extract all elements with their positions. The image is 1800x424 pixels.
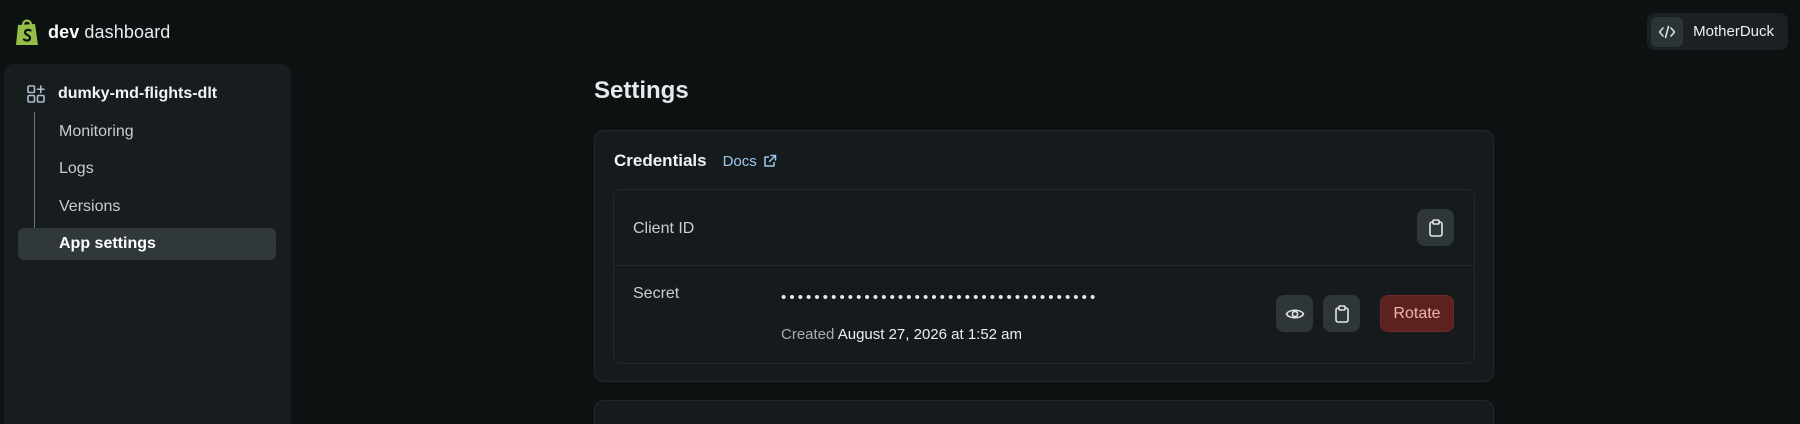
code-icon <box>1651 16 1684 47</box>
docs-link-label: Docs <box>722 152 757 170</box>
created-date: August 27, 2026 at 1:52 am <box>837 326 1023 343</box>
secret-label: Secret <box>633 285 680 302</box>
secret-created: Created August 27, 2026 at 1:52 am <box>781 326 1022 343</box>
credentials-title: Credentials <box>614 151 707 170</box>
sidebar-item-logs[interactable]: Logs <box>18 153 276 185</box>
reveal-secret-button[interactable] <box>1276 295 1313 332</box>
clipboard-icon <box>1334 304 1349 323</box>
page-title: Settings <box>594 77 689 104</box>
credentials-list: Client ID Secret •••••••••••••••••••••••… <box>613 189 1475 364</box>
app-header[interactable]: dumky-md-flights-dlt <box>26 84 217 104</box>
secret-value: •••••••••••••••••••••••••••••••••••••• <box>781 289 1099 306</box>
brand[interactable]: dev dashboard <box>14 17 170 47</box>
credentials-header: Credentials Docs <box>614 151 777 171</box>
external-link-icon <box>764 154 777 167</box>
sidebar-item-versions[interactable]: Versions <box>18 191 276 223</box>
sidebar-item-app-settings[interactable]: App settings <box>18 228 276 260</box>
next-settings-card <box>594 400 1494 424</box>
sidebar: dumky-md-flights-dlt Monitoring Logs Ver… <box>4 64 291 424</box>
shopify-bag-icon <box>16 19 38 45</box>
client-id-label: Client ID <box>633 220 695 237</box>
created-prefix: Created <box>781 326 838 343</box>
sidebar-item-monitoring[interactable]: Monitoring <box>18 116 276 148</box>
credentials-card: Credentials Docs Client ID Secret ••••••… <box>594 130 1494 382</box>
copy-secret-button[interactable] <box>1323 295 1360 332</box>
rotate-secret-button[interactable]: Rotate <box>1380 295 1454 332</box>
clipboard-icon <box>1428 218 1443 237</box>
apps-grid-icon <box>27 85 45 103</box>
org-name: MotherDuck <box>1693 23 1774 40</box>
app-name: dumky-md-flights-dlt <box>58 85 218 102</box>
row-divider <box>614 265 1474 266</box>
eye-icon <box>1285 308 1304 319</box>
copy-client-id-button[interactable] <box>1417 209 1454 246</box>
org-switcher-button[interactable]: MotherDuck <box>1647 13 1788 50</box>
brand-title: dev dashboard <box>48 21 171 42</box>
docs-link[interactable]: Docs <box>723 153 777 170</box>
